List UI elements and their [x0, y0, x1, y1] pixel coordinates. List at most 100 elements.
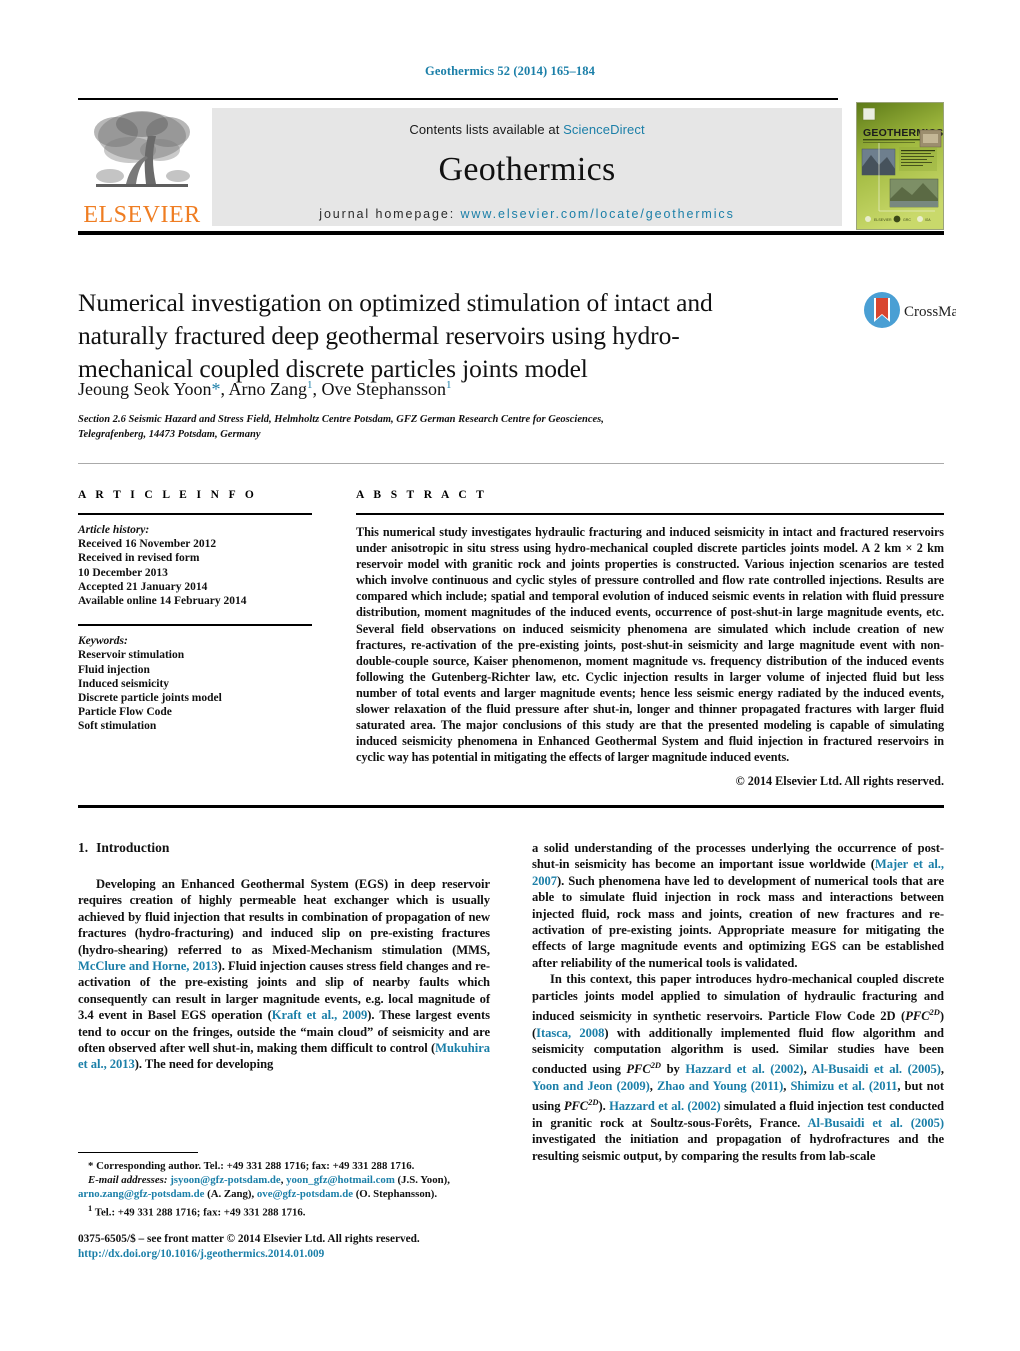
citation-albusaidi-2[interactable]: Al-Busaidi et al. (2005)	[808, 1116, 945, 1130]
citation-zhao-young[interactable]: Zhao and Young (2011)	[657, 1079, 783, 1093]
running-head: Geothermics 52 (2014) 165–184	[425, 64, 595, 78]
email-link-ove[interactable]: ove@gfz-potsdam.de	[257, 1188, 353, 1200]
pfc-label-3: PFC	[563, 1099, 589, 1114]
email-label: E-mail addresses:	[88, 1174, 168, 1186]
homepage-label: journal homepage:	[319, 207, 456, 221]
svg-text:GRC: GRC	[903, 218, 911, 222]
author-3-affil-marker: 1	[446, 379, 452, 391]
citation-shimizu[interactable]: Shimizu et al. (2011	[790, 1079, 897, 1093]
abstract-rule	[356, 513, 944, 515]
abstract-text: This numerical study investigates hydrau…	[356, 525, 944, 765]
article-info-heading: A R T I C L E I N F O	[78, 489, 258, 501]
footnote-tel: 1 Tel.: +49 331 288 1716; fax: +49 331 2…	[78, 1201, 490, 1220]
email-owner-3: (O. Stephansson).	[353, 1188, 438, 1200]
email-owner-2: (A. Zang),	[204, 1188, 257, 1200]
keyword-item: Discrete particle joints model	[78, 692, 222, 705]
pfc-label-2: PFC	[626, 1062, 651, 1077]
elsevier-logo: ELSEVIER	[78, 104, 206, 230]
email-link-jsyoon[interactable]: jsyoon@gfz-potsdam.de	[170, 1174, 281, 1186]
footnote-block: * Corresponding author. Tel.: +49 331 28…	[78, 1159, 490, 1220]
journal-article-page: Geothermics 52 (2014) 165–184 ELSEVIER C…	[0, 0, 1020, 1351]
sep-1: ,	[803, 1062, 812, 1077]
intro-right-text-j: investigated the initiation and propagat…	[532, 1132, 944, 1163]
citation-hazzard-1[interactable]: Hazzard et al. (2002)	[685, 1063, 803, 1077]
journal-homepage-link[interactable]: www.elsevier.com/locate/geothermics	[461, 207, 735, 221]
page-footer: 0375-6505/$ – see front matter © 2014 El…	[78, 1232, 538, 1262]
history-item: Received 16 November 2012	[78, 538, 217, 551]
history-item: Available online 14 February 2014	[78, 595, 247, 608]
author-affiliation: Section 2.6 Seismic Hazard and Stress Fi…	[78, 412, 818, 442]
citation-kraft[interactable]: Kraft et al., 2009	[272, 1008, 368, 1022]
sep-3: ,	[649, 1079, 657, 1094]
abstract-panel-top-rule	[78, 463, 944, 464]
elsevier-wordmark: ELSEVIER	[83, 202, 201, 228]
article-history-block: Article history: Received 16 November 20…	[78, 523, 328, 608]
history-item: Received in revised form	[78, 552, 200, 565]
keyword-item: Fluid injection	[78, 663, 150, 676]
keyword-item: Induced seismicity	[78, 677, 170, 690]
masthead-bottom-rule	[78, 231, 944, 235]
citation-yoon-jeon[interactable]: Yoon and Jeon (2009)	[532, 1079, 650, 1093]
intro-right-text-f: by	[661, 1062, 686, 1077]
keywords-block: Keywords: Reservoir stimulation Fluid in…	[78, 634, 328, 733]
intro-right-text-c: In this context, this paper introduces h…	[532, 972, 944, 1024]
section-heading-introduction: 1. Introduction	[78, 840, 490, 856]
journal-cover-thumbnail: GEOTHERMICS ELSEVIER GRC IGA	[856, 102, 944, 230]
author-3: Ove Stephansson	[321, 379, 447, 399]
body-left-column: 1. Introduction Developing an Enhanced Ge…	[78, 840, 490, 1073]
citation-albusaidi-1[interactable]: Al-Busaidi et al. (2005)	[812, 1063, 941, 1077]
author-2: Arno Zang	[228, 379, 308, 399]
article-info-column: A R T I C L E I N F O Article history: R…	[78, 489, 328, 734]
doi-link[interactable]: http://dx.doi.org/10.1016/j.geothermics.…	[78, 1247, 538, 1262]
email-link-yoongfz[interactable]: yoon_gfz@hotmail.com	[286, 1174, 395, 1186]
intro-text-a: Developing an Enhanced Geothermal System…	[78, 877, 490, 957]
svg-text:IGA: IGA	[925, 218, 931, 222]
email-owner-1: (J.S. Yoon),	[394, 1174, 450, 1186]
intro-paragraph-right-1: a solid understanding of the processes u…	[532, 840, 944, 971]
citation-hazzard-2[interactable]: Hazzard et al. (2002)	[609, 1100, 721, 1114]
citation-itasca[interactable]: Itasca, 2008	[536, 1026, 604, 1040]
footnote-separator	[78, 1152, 198, 1153]
section-title: Introduction	[96, 840, 170, 855]
author-2-affil-marker: 1	[307, 379, 313, 391]
citation-mcclure-horne[interactable]: McClure and Horne, 2013	[78, 959, 218, 973]
history-item: 10 December 2013	[78, 566, 168, 579]
masthead-center-panel: Contents lists available at ScienceDirec…	[212, 108, 842, 226]
svg-text:ELSEVIER: ELSEVIER	[874, 218, 892, 222]
pfc-superscript-2: 2D	[650, 1060, 662, 1071]
author-list: Jeoung Seok Yoon*, Arno Zang1, Ove Steph…	[78, 379, 452, 399]
footnote-tel-text: Tel.: +49 331 288 1716; fax: +49 331 288…	[94, 1206, 306, 1219]
corresponding-author-marker[interactable]: *	[212, 379, 221, 399]
footnote-corresponding-text: * Corresponding author. Tel.: +49 331 28…	[88, 1160, 415, 1172]
cover-artwork: GEOTHERMICS ELSEVIER GRC IGA	[857, 103, 943, 229]
journal-title: Geothermics	[438, 151, 616, 188]
section-number: 1.	[78, 840, 89, 855]
email-link-zang[interactable]: arno.zang@gfz-potsdam.de	[78, 1188, 204, 1200]
sciencedirect-link[interactable]: ScienceDirect	[563, 122, 645, 137]
author-1: Jeoung Seok Yoon	[78, 379, 212, 399]
masthead-top-rule	[78, 98, 838, 100]
intro-right-text-h: ).	[598, 1099, 606, 1114]
abstract-panel-bottom-rule	[78, 805, 944, 808]
abstract-heading: A B S T R A C T	[356, 489, 488, 501]
pfc-label-1: PFC	[905, 1009, 930, 1024]
intro-paragraph-right-2: In this context, this paper introduces h…	[532, 971, 944, 1164]
contents-prefix: Contents lists available at	[409, 122, 564, 137]
intro-text-d: ). The need for developing	[134, 1057, 274, 1072]
sep-2: ,	[940, 1062, 944, 1077]
crossmark-badge[interactable]: CrossMark	[862, 288, 956, 332]
article-info-rule	[78, 513, 312, 515]
history-item: Accepted 21 January 2014	[78, 580, 208, 593]
intro-paragraph-left: Developing an Enhanced Geothermal System…	[78, 876, 490, 1073]
contents-available-line: Contents lists available at ScienceDirec…	[212, 108, 842, 137]
pfc-superscript-1: 2D	[929, 1007, 940, 1018]
keyword-item: Reservoir stimulation	[78, 649, 185, 662]
pfc-superscript-3: 2D	[588, 1097, 599, 1108]
keywords-label: Keywords:	[78, 635, 128, 648]
keywords-rule	[78, 624, 312, 627]
keyword-item: Particle Flow Code	[78, 706, 172, 719]
journal-masthead: ELSEVIER Contents lists available at Sci…	[78, 98, 944, 238]
affiliation-line-1: Section 2.6 Seismic Hazard and Stress Fi…	[78, 414, 604, 425]
svg-text:CrossMark: CrossMark	[904, 304, 956, 320]
body-right-column: a solid understanding of the processes u…	[532, 840, 944, 1164]
